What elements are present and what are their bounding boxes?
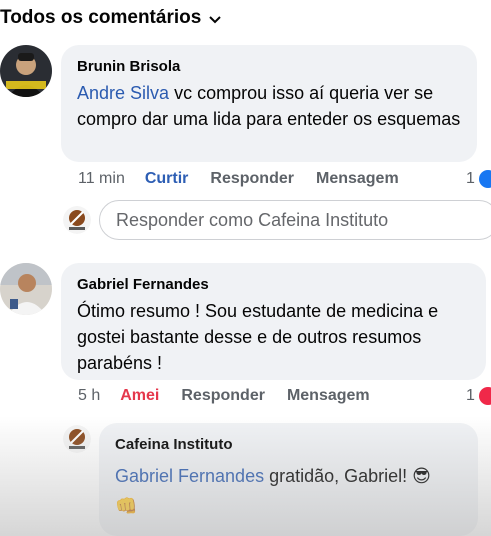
comments-filter-label: Todos os comentários [0,7,202,28]
like-reaction-icon [478,170,491,188]
comment-actions: 11 min Curtir Responder Mensagem [78,168,421,190]
reply-button[interactable]: Responder [181,387,265,405]
avatar[interactable] [0,45,52,97]
message-button[interactable]: Mensagem [316,170,399,188]
comment-author[interactable]: Gabriel Fernandes [77,275,470,295]
avatar[interactable] [63,425,91,453]
message-button[interactable]: Mensagem [287,387,370,405]
heart-reaction-icon [478,387,491,405]
reply-author[interactable]: Cafeina Instituto [115,435,462,455]
love-button[interactable]: Amei [120,387,159,405]
reaction-summary[interactable]: 1 [466,385,491,407]
comment-text: Ótimo resumo ! Sou estudante de medicina… [77,301,439,373]
reply-emoji: 👊 [115,496,138,516]
comment-bubble: Brunin Brisola Andre Silva vc comprou is… [61,45,477,162]
reaction-count: 1 [466,387,475,404]
comment-text: Andre Silva vc comprou isso aí queria ve… [77,83,461,129]
reply-bubble: Cafeina Instituto Gabriel Fernandes grat… [99,423,478,536]
avatar [63,206,91,234]
reply-input-placeholder: Responder como Cafeina Instituto [116,209,389,230]
comment-actions: 5 h Amei Responder Mensagem [78,385,392,407]
chevron-down-icon [209,12,222,27]
reply-button[interactable]: Responder [210,170,294,188]
like-button[interactable]: Curtir [145,170,189,188]
comment-time: 5 h [78,387,101,404]
reply-input[interactable]: Responder como Cafeina Instituto [99,200,491,240]
mention-link[interactable]: Gabriel Fernandes [115,466,264,486]
comment-bubble: Gabriel Fernandes Ótimo resumo ! Sou est… [61,263,486,380]
reaction-summary[interactable]: 1 [466,168,491,190]
reaction-count: 1 [466,170,475,187]
comment-time: 11 min [78,170,125,187]
reply-text: Gabriel Fernandes gratidão, Gabriel! 😎 [115,466,431,486]
comments-filter[interactable]: Todos os comentários [0,4,222,32]
mention-link[interactable]: Andre Silva [77,83,169,103]
comment-author[interactable]: Brunin Brisola [77,57,461,77]
avatar[interactable] [0,263,52,315]
